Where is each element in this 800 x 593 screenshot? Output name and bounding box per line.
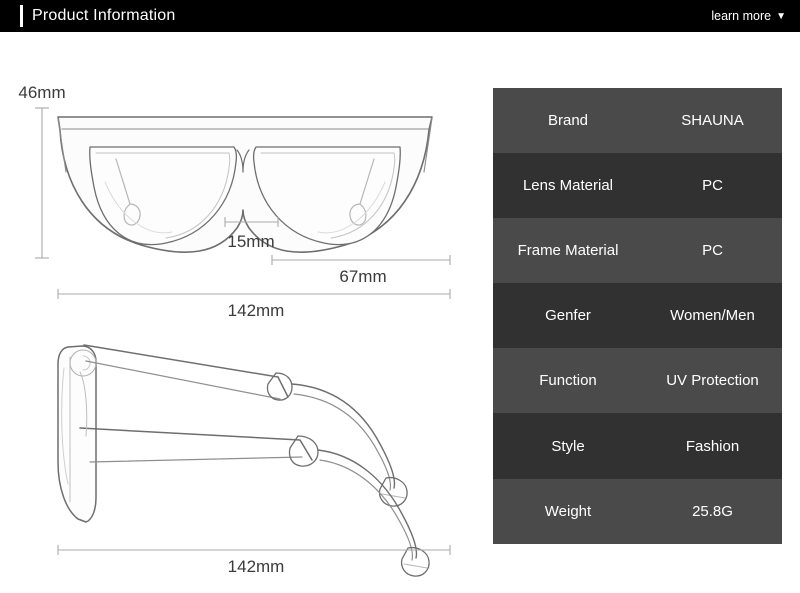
spec-value: UV Protection — [666, 372, 759, 390]
dimension-total-width-142mm — [57, 289, 451, 299]
table-row: Lens Material PC — [493, 153, 782, 219]
dimension-temple-length-142mm — [57, 545, 451, 555]
spec-value: 25.8G — [692, 502, 733, 520]
spec-value: PC — [702, 177, 723, 195]
spec-value: Women/Men — [670, 307, 755, 325]
table-row: Genfer Women/Men — [493, 283, 782, 349]
specification-table: Brand SHAUNA Lens Material PC Frame Mate… — [493, 88, 782, 544]
header-accent-bar — [20, 5, 23, 27]
learn-more-link[interactable]: learn more ▼ — [711, 0, 786, 32]
label-lens-height: 46mm — [18, 83, 65, 102]
spec-label: Frame Material — [517, 242, 619, 260]
table-row: Style Fashion — [493, 413, 782, 479]
specification-table-body: Brand SHAUNA Lens Material PC Frame Mate… — [493, 88, 782, 544]
table-row: Brand SHAUNA — [493, 88, 782, 154]
spec-value: Fashion — [685, 437, 740, 455]
dimension-lens-width-67mm — [271, 255, 451, 265]
spec-label: Lens Material — [522, 177, 614, 195]
chevron-down-icon: ▼ — [776, 11, 786, 22]
spec-value: PC — [702, 242, 723, 260]
product-dimension-diagram: 46mm 15mm 67mm 142mm 142mm — [0, 32, 490, 593]
page-title: Product Information — [32, 7, 176, 24]
table-row: Frame Material PC — [493, 218, 782, 284]
header-bar: Product Information learn more ▼ — [0, 0, 800, 32]
learn-more-label: learn more — [711, 9, 772, 23]
spec-label: Function — [539, 372, 597, 390]
sunglasses-side-view-sketch — [57, 344, 430, 577]
label-temple-length: 142mm — [228, 557, 285, 576]
spec-label: Weight — [544, 502, 592, 520]
spec-value: SHAUNA — [681, 112, 744, 130]
spec-label: Brand — [547, 112, 589, 130]
table-row: Weight 25.8G — [493, 478, 782, 544]
label-total-width: 142mm — [228, 301, 285, 320]
spec-label: Style — [551, 437, 585, 455]
table-row: Function UV Protection — [493, 348, 782, 414]
label-bridge-width: 15mm — [227, 232, 274, 251]
spec-label: Genfer — [545, 307, 591, 325]
dimension-height-46mm — [35, 107, 49, 259]
label-lens-width: 67mm — [339, 267, 386, 286]
